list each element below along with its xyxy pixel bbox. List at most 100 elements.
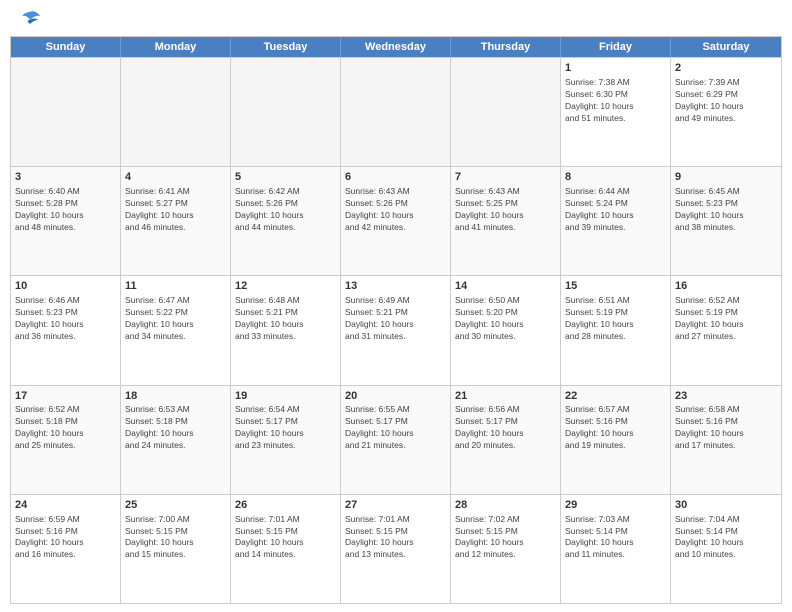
calendar-cell-empty bbox=[231, 58, 341, 166]
day-info: Sunrise: 6:42 AM Sunset: 5:26 PM Dayligh… bbox=[235, 186, 336, 234]
day-info: Sunrise: 7:38 AM Sunset: 6:30 PM Dayligh… bbox=[565, 77, 666, 125]
calendar-cell: 13Sunrise: 6:49 AM Sunset: 5:21 PM Dayli… bbox=[341, 276, 451, 384]
calendar-cell: 26Sunrise: 7:01 AM Sunset: 5:15 PM Dayli… bbox=[231, 495, 341, 603]
day-number: 4 bbox=[125, 170, 226, 185]
calendar-cell: 2Sunrise: 7:39 AM Sunset: 6:29 PM Daylig… bbox=[671, 58, 781, 166]
day-number: 19 bbox=[235, 389, 336, 404]
calendar-cell: 15Sunrise: 6:51 AM Sunset: 5:19 PM Dayli… bbox=[561, 276, 671, 384]
day-number: 28 bbox=[455, 498, 556, 513]
day-number: 1 bbox=[565, 61, 666, 76]
calendar-cell: 22Sunrise: 6:57 AM Sunset: 5:16 PM Dayli… bbox=[561, 386, 671, 494]
calendar-cell: 3Sunrise: 6:40 AM Sunset: 5:28 PM Daylig… bbox=[11, 167, 121, 275]
calendar-header-day: Sunday bbox=[11, 37, 121, 57]
day-number: 2 bbox=[675, 61, 777, 76]
calendar-cell: 5Sunrise: 6:42 AM Sunset: 5:26 PM Daylig… bbox=[231, 167, 341, 275]
day-info: Sunrise: 6:56 AM Sunset: 5:17 PM Dayligh… bbox=[455, 404, 556, 452]
day-info: Sunrise: 6:57 AM Sunset: 5:16 PM Dayligh… bbox=[565, 404, 666, 452]
calendar-week-row: 24Sunrise: 6:59 AM Sunset: 5:16 PM Dayli… bbox=[11, 494, 781, 603]
calendar-cell: 30Sunrise: 7:04 AM Sunset: 5:14 PM Dayli… bbox=[671, 495, 781, 603]
day-number: 29 bbox=[565, 498, 666, 513]
calendar-header-day: Wednesday bbox=[341, 37, 451, 57]
day-info: Sunrise: 6:50 AM Sunset: 5:20 PM Dayligh… bbox=[455, 295, 556, 343]
day-info: Sunrise: 7:00 AM Sunset: 5:15 PM Dayligh… bbox=[125, 514, 226, 562]
day-info: Sunrise: 7:03 AM Sunset: 5:14 PM Dayligh… bbox=[565, 514, 666, 562]
day-info: Sunrise: 7:01 AM Sunset: 5:15 PM Dayligh… bbox=[235, 514, 336, 562]
calendar-cell: 28Sunrise: 7:02 AM Sunset: 5:15 PM Dayli… bbox=[451, 495, 561, 603]
calendar-cell: 20Sunrise: 6:55 AM Sunset: 5:17 PM Dayli… bbox=[341, 386, 451, 494]
day-info: Sunrise: 6:43 AM Sunset: 5:26 PM Dayligh… bbox=[345, 186, 446, 234]
day-info: Sunrise: 6:59 AM Sunset: 5:16 PM Dayligh… bbox=[15, 514, 116, 562]
day-number: 17 bbox=[15, 389, 116, 404]
logo-bird-icon bbox=[18, 10, 42, 30]
day-info: Sunrise: 6:47 AM Sunset: 5:22 PM Dayligh… bbox=[125, 295, 226, 343]
calendar-cell: 25Sunrise: 7:00 AM Sunset: 5:15 PM Dayli… bbox=[121, 495, 231, 603]
calendar-week-row: 3Sunrise: 6:40 AM Sunset: 5:28 PM Daylig… bbox=[11, 166, 781, 275]
day-number: 14 bbox=[455, 279, 556, 294]
day-number: 12 bbox=[235, 279, 336, 294]
day-info: Sunrise: 6:44 AM Sunset: 5:24 PM Dayligh… bbox=[565, 186, 666, 234]
day-number: 10 bbox=[15, 279, 116, 294]
day-info: Sunrise: 6:41 AM Sunset: 5:27 PM Dayligh… bbox=[125, 186, 226, 234]
calendar-cell: 11Sunrise: 6:47 AM Sunset: 5:22 PM Dayli… bbox=[121, 276, 231, 384]
calendar-cell-empty bbox=[11, 58, 121, 166]
calendar-cell: 24Sunrise: 6:59 AM Sunset: 5:16 PM Dayli… bbox=[11, 495, 121, 603]
day-number: 24 bbox=[15, 498, 116, 513]
day-info: Sunrise: 6:46 AM Sunset: 5:23 PM Dayligh… bbox=[15, 295, 116, 343]
calendar-cell: 21Sunrise: 6:56 AM Sunset: 5:17 PM Dayli… bbox=[451, 386, 561, 494]
calendar-week-row: 10Sunrise: 6:46 AM Sunset: 5:23 PM Dayli… bbox=[11, 275, 781, 384]
calendar-cell: 18Sunrise: 6:53 AM Sunset: 5:18 PM Dayli… bbox=[121, 386, 231, 494]
day-number: 30 bbox=[675, 498, 777, 513]
calendar-cell: 6Sunrise: 6:43 AM Sunset: 5:26 PM Daylig… bbox=[341, 167, 451, 275]
logo bbox=[16, 10, 42, 30]
day-info: Sunrise: 7:01 AM Sunset: 5:15 PM Dayligh… bbox=[345, 514, 446, 562]
day-info: Sunrise: 6:40 AM Sunset: 5:28 PM Dayligh… bbox=[15, 186, 116, 234]
calendar: SundayMondayTuesdayWednesdayThursdayFrid… bbox=[10, 36, 782, 604]
calendar-cell-empty bbox=[341, 58, 451, 166]
page: SundayMondayTuesdayWednesdayThursdayFrid… bbox=[0, 0, 792, 612]
calendar-cell: 14Sunrise: 6:50 AM Sunset: 5:20 PM Dayli… bbox=[451, 276, 561, 384]
calendar-cell: 4Sunrise: 6:41 AM Sunset: 5:27 PM Daylig… bbox=[121, 167, 231, 275]
day-number: 23 bbox=[675, 389, 777, 404]
calendar-header-day: Saturday bbox=[671, 37, 781, 57]
day-number: 6 bbox=[345, 170, 446, 185]
day-number: 27 bbox=[345, 498, 446, 513]
day-number: 20 bbox=[345, 389, 446, 404]
day-number: 16 bbox=[675, 279, 777, 294]
calendar-cell: 23Sunrise: 6:58 AM Sunset: 5:16 PM Dayli… bbox=[671, 386, 781, 494]
day-info: Sunrise: 7:39 AM Sunset: 6:29 PM Dayligh… bbox=[675, 77, 777, 125]
calendar-cell: 19Sunrise: 6:54 AM Sunset: 5:17 PM Dayli… bbox=[231, 386, 341, 494]
day-number: 26 bbox=[235, 498, 336, 513]
day-number: 9 bbox=[675, 170, 777, 185]
day-number: 3 bbox=[15, 170, 116, 185]
day-info: Sunrise: 6:55 AM Sunset: 5:17 PM Dayligh… bbox=[345, 404, 446, 452]
day-info: Sunrise: 6:58 AM Sunset: 5:16 PM Dayligh… bbox=[675, 404, 777, 452]
calendar-cell: 27Sunrise: 7:01 AM Sunset: 5:15 PM Dayli… bbox=[341, 495, 451, 603]
day-number: 5 bbox=[235, 170, 336, 185]
header bbox=[0, 0, 792, 36]
calendar-cell: 9Sunrise: 6:45 AM Sunset: 5:23 PM Daylig… bbox=[671, 167, 781, 275]
day-info: Sunrise: 6:43 AM Sunset: 5:25 PM Dayligh… bbox=[455, 186, 556, 234]
day-info: Sunrise: 7:04 AM Sunset: 5:14 PM Dayligh… bbox=[675, 514, 777, 562]
calendar-body: 1Sunrise: 7:38 AM Sunset: 6:30 PM Daylig… bbox=[11, 57, 781, 603]
calendar-cell: 1Sunrise: 7:38 AM Sunset: 6:30 PM Daylig… bbox=[561, 58, 671, 166]
day-number: 8 bbox=[565, 170, 666, 185]
calendar-week-row: 17Sunrise: 6:52 AM Sunset: 5:18 PM Dayli… bbox=[11, 385, 781, 494]
calendar-cell: 8Sunrise: 6:44 AM Sunset: 5:24 PM Daylig… bbox=[561, 167, 671, 275]
day-info: Sunrise: 6:52 AM Sunset: 5:19 PM Dayligh… bbox=[675, 295, 777, 343]
day-info: Sunrise: 6:52 AM Sunset: 5:18 PM Dayligh… bbox=[15, 404, 116, 452]
day-number: 7 bbox=[455, 170, 556, 185]
calendar-header: SundayMondayTuesdayWednesdayThursdayFrid… bbox=[11, 37, 781, 57]
day-info: Sunrise: 6:53 AM Sunset: 5:18 PM Dayligh… bbox=[125, 404, 226, 452]
calendar-cell: 29Sunrise: 7:03 AM Sunset: 5:14 PM Dayli… bbox=[561, 495, 671, 603]
day-info: Sunrise: 6:45 AM Sunset: 5:23 PM Dayligh… bbox=[675, 186, 777, 234]
calendar-week-row: 1Sunrise: 7:38 AM Sunset: 6:30 PM Daylig… bbox=[11, 57, 781, 166]
calendar-cell: 7Sunrise: 6:43 AM Sunset: 5:25 PM Daylig… bbox=[451, 167, 561, 275]
calendar-header-day: Thursday bbox=[451, 37, 561, 57]
calendar-cell: 17Sunrise: 6:52 AM Sunset: 5:18 PM Dayli… bbox=[11, 386, 121, 494]
day-number: 21 bbox=[455, 389, 556, 404]
calendar-header-day: Tuesday bbox=[231, 37, 341, 57]
day-number: 11 bbox=[125, 279, 226, 294]
day-info: Sunrise: 6:49 AM Sunset: 5:21 PM Dayligh… bbox=[345, 295, 446, 343]
calendar-header-day: Friday bbox=[561, 37, 671, 57]
day-info: Sunrise: 6:48 AM Sunset: 5:21 PM Dayligh… bbox=[235, 295, 336, 343]
